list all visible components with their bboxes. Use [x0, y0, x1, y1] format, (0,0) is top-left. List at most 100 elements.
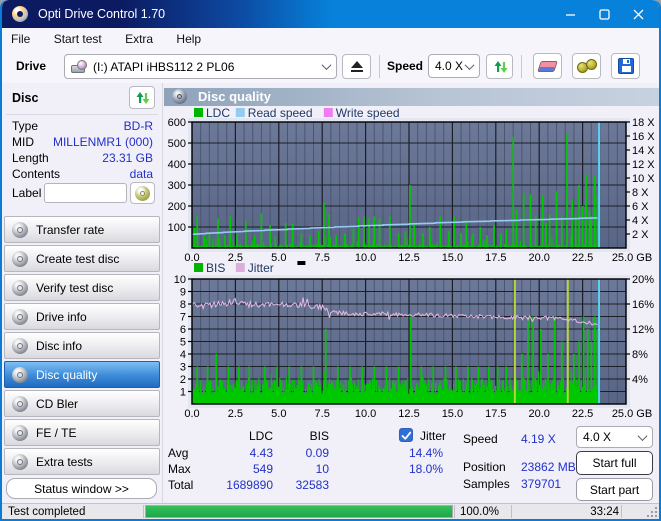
drive-icon: [71, 60, 87, 73]
svg-text:4 X: 4 X: [632, 215, 649, 227]
avg-ldc-value: 4.43: [249, 446, 273, 460]
disc-test-icon: [12, 453, 28, 470]
disc-label-button[interactable]: [130, 182, 155, 204]
sidebar-item-cd-bler[interactable]: CD Bler: [4, 390, 160, 417]
sidebar-item-create-test-disc[interactable]: Create test disc: [4, 245, 160, 272]
position-row-label: Position: [463, 460, 506, 474]
svg-text:15.0: 15.0: [442, 408, 463, 420]
sidebar-item-verify-test-disc[interactable]: Verify test disc: [4, 274, 160, 301]
maximize-button[interactable]: [587, 0, 621, 28]
sidebar-item-fe-te[interactable]: FE / TE: [4, 419, 160, 446]
disc-test-icon: [12, 308, 28, 325]
svg-text:14 X: 14 X: [632, 145, 655, 157]
svg-text:25.0 GB: 25.0 GB: [612, 408, 652, 420]
drive-label: Drive: [16, 59, 47, 73]
eject-button[interactable]: [342, 54, 371, 79]
page-title: Disc quality: [198, 89, 271, 104]
disc-label-input[interactable]: [44, 183, 127, 203]
elapsed-time: 33:24: [590, 505, 619, 518]
menu-extra[interactable]: Extra: [115, 28, 163, 46]
start-part-button[interactable]: Start part: [576, 478, 653, 501]
title-bar: Opti Drive Control 1.70: [2, 0, 659, 28]
disc-refresh-button[interactable]: [129, 86, 155, 109]
svg-text:12%: 12%: [632, 324, 654, 336]
total-bis-value: 32583: [295, 478, 329, 492]
sidebar-item-transfer-rate[interactable]: Transfer rate: [4, 216, 160, 243]
cd-icon: [135, 185, 150, 201]
disc-mid-value: MILLENMR1 (000): [52, 135, 153, 149]
test-speed-value: 4.0 X: [583, 430, 612, 444]
sidebar-item-label: Disc quality: [36, 367, 98, 382]
sidebar-item-label: Drive info: [36, 309, 87, 324]
disc-mid-label: MID: [12, 135, 34, 149]
sidebar-item-extra-tests[interactable]: Extra tests: [4, 448, 160, 475]
start-full-button[interactable]: Start full: [576, 451, 653, 475]
menu-start-test[interactable]: Start test: [44, 28, 112, 46]
sidebar-item-disc-info[interactable]: Disc info: [4, 332, 160, 359]
sidebar-item-disc-quality[interactable]: Disc quality: [4, 361, 160, 388]
svg-text:5: 5: [180, 337, 186, 349]
check-icon: [401, 431, 412, 440]
total-row-label: Total: [168, 478, 194, 492]
svg-text:100: 100: [168, 222, 186, 234]
disc-test-icon: [12, 337, 28, 354]
max-row-label: Max: [168, 462, 191, 476]
jitter-column-header: Jitter: [420, 429, 447, 443]
binoculars-icon: [576, 59, 597, 73]
menu-bar: File Start test Extra Help: [2, 28, 659, 50]
svg-text:Jitter: Jitter: [248, 261, 274, 275]
resize-grip[interactable]: [647, 507, 657, 517]
menu-file[interactable]: File: [2, 28, 40, 46]
sidebar-item-label: Transfer rate: [36, 222, 105, 237]
svg-text:2.5: 2.5: [228, 408, 243, 420]
refresh-button[interactable]: [486, 54, 513, 79]
svg-text:10: 10: [174, 274, 186, 286]
progress-fill: [146, 506, 452, 517]
speed-row-value: 4.19 X: [521, 432, 556, 446]
speed-select[interactable]: 4.0 X: [428, 54, 480, 78]
sidebar-item-drive-info[interactable]: Drive info: [4, 303, 160, 330]
explore-button[interactable]: [572, 53, 601, 79]
svg-text:Write speed: Write speed: [336, 106, 400, 120]
test-speed-select[interactable]: 4.0 X: [576, 426, 653, 448]
total-ldc-value: 1689890: [226, 478, 273, 492]
sidebar-item-label: Extra tests: [36, 454, 93, 469]
samples-row-value: 379701: [521, 477, 562, 491]
disc-test-icon: [12, 395, 28, 412]
chevron-down-icon: [464, 59, 475, 70]
svg-text:8%: 8%: [632, 349, 648, 361]
menu-help[interactable]: Help: [166, 28, 211, 46]
svg-text:2 X: 2 X: [632, 229, 649, 241]
svg-text:6: 6: [180, 324, 186, 336]
ldc-column-header: LDC: [248, 429, 273, 443]
svg-text:1: 1: [180, 387, 186, 399]
svg-text:20%: 20%: [632, 274, 654, 286]
svg-text:12 X: 12 X: [632, 159, 655, 171]
eraser-icon: [537, 60, 558, 72]
svg-text:6 X: 6 X: [632, 201, 649, 213]
status-window-button[interactable]: Status window >>: [6, 478, 157, 499]
erase-disc-button[interactable]: [533, 53, 562, 79]
status-bar: Test completed 100.0% 33:24: [2, 503, 659, 519]
minimize-button[interactable]: [553, 0, 587, 28]
save-icon: [617, 58, 634, 74]
svg-text:4: 4: [180, 349, 186, 361]
sidebar-item-label: Disc info: [36, 338, 83, 353]
speed-label: Speed: [387, 59, 424, 73]
jitter-checkbox[interactable]: [399, 428, 413, 442]
svg-text:300: 300: [168, 180, 186, 192]
disc-length-label: Length: [12, 151, 49, 165]
refresh-icon: [494, 60, 507, 73]
svg-text:8 X: 8 X: [632, 187, 649, 199]
eject-icon: [350, 60, 363, 73]
close-button[interactable]: [621, 0, 655, 28]
bis-jitter-chart: 12345678910 4% 8% 12% 16% 20% 0.0 2.5 5.0 7.5 10.0…: [174, 261, 654, 420]
max-jitter-value: 18.0%: [408, 462, 443, 476]
svg-text:16 X: 16 X: [632, 131, 655, 143]
save-button[interactable]: [611, 53, 640, 79]
svg-text:BIS: BIS: [206, 261, 225, 275]
progress-bar: [145, 505, 453, 518]
disc-test-icon: [12, 366, 28, 383]
disc-test-icon: [12, 221, 28, 238]
drive-select[interactable]: (I:) ATAPI iHBS112 2 PL06: [64, 54, 337, 79]
